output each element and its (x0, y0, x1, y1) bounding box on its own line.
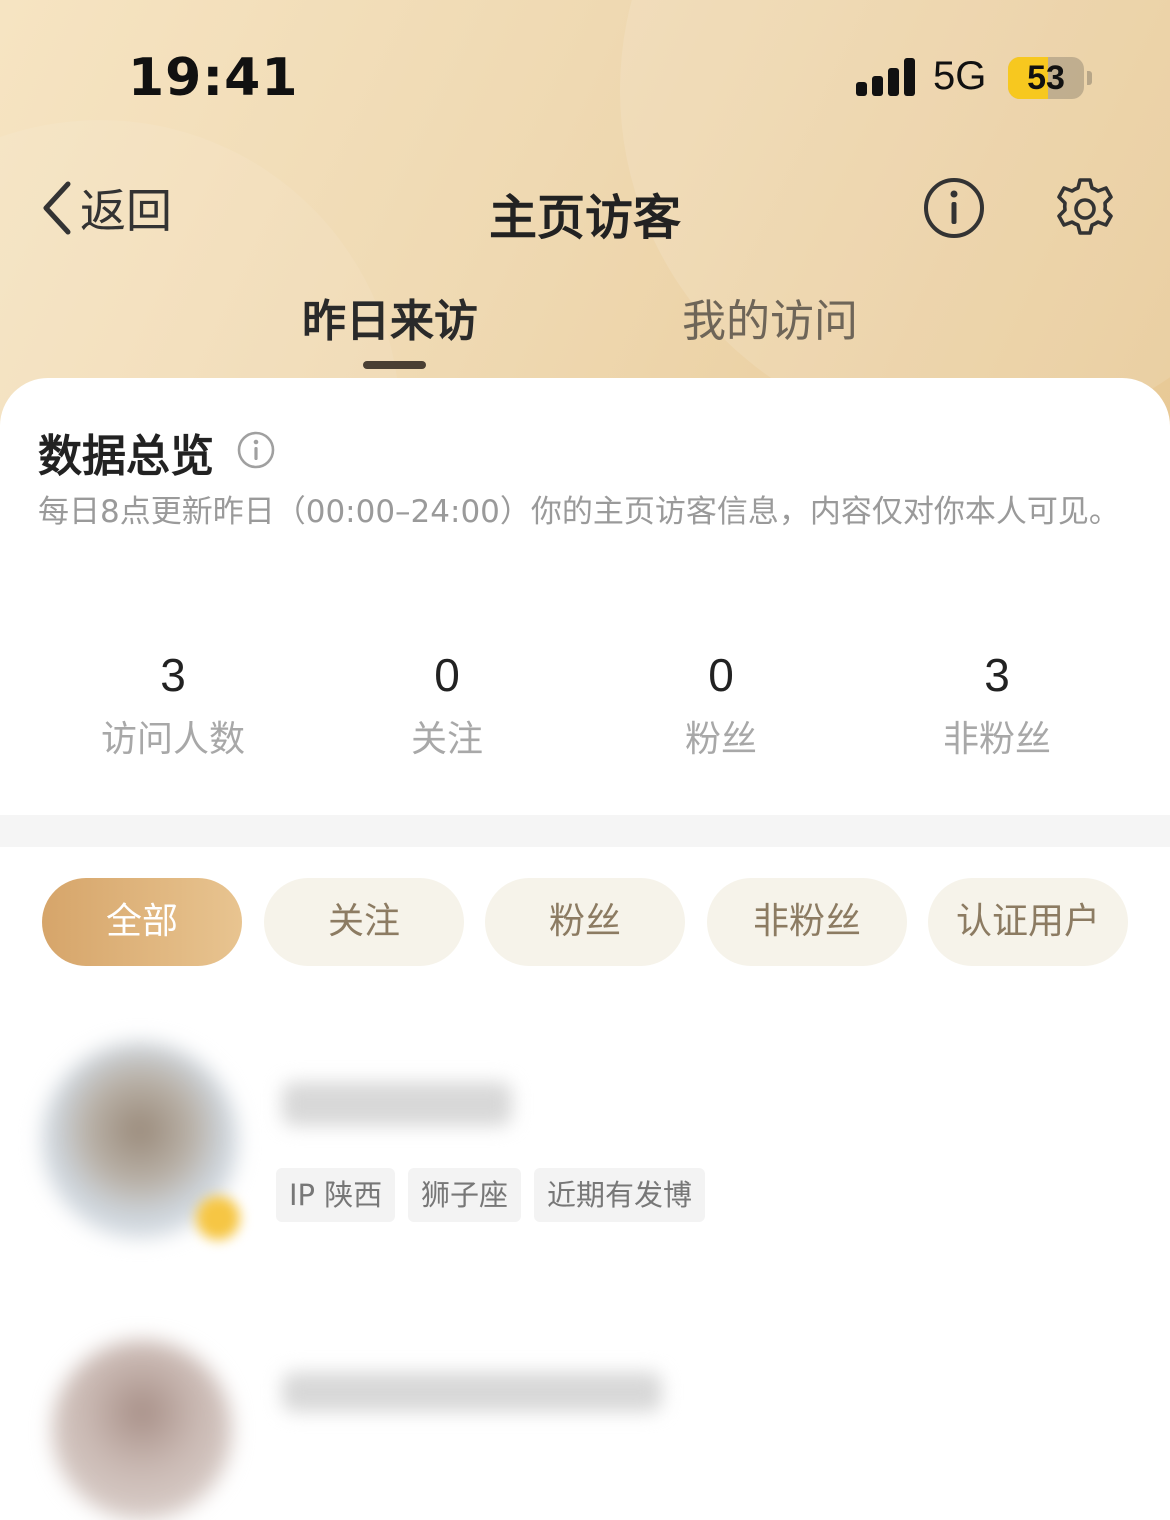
status-time: 19:41 (128, 48, 299, 108)
info-button[interactable] (922, 176, 986, 240)
stat-non-fans: 3 非粉丝 (887, 646, 1107, 762)
stat-following: 0 关注 (337, 646, 557, 762)
tab-yesterday-visits[interactable]: 昨日来访 (302, 285, 478, 349)
stat-label: 粉丝 (684, 719, 757, 760)
info-icon (237, 431, 275, 469)
filter-fans[interactable]: 粉丝 (485, 878, 685, 966)
stat-visitors: 3 访问人数 (63, 646, 283, 762)
stat-value: 0 (434, 649, 460, 701)
tab-indicator (363, 361, 426, 369)
filter-all[interactable]: 全部 (42, 878, 242, 966)
stat-label: 访问人数 (100, 719, 245, 760)
tab-my-visits[interactable]: 我的访问 (682, 285, 858, 349)
stat-value: 0 (708, 649, 734, 701)
filter-verified[interactable]: 认证用户 (928, 878, 1128, 966)
stat-label: 关注 (410, 719, 483, 760)
settings-button[interactable] (1052, 176, 1118, 242)
back-label: 返回 (80, 184, 172, 238)
signal-icon (856, 58, 916, 96)
battery-icon: 53 (1008, 57, 1084, 99)
visitor-tag: 狮子座 (408, 1168, 522, 1222)
visitor-name[interactable] (282, 1082, 512, 1126)
filter-following[interactable]: 关注 (264, 878, 464, 966)
overview-info-button[interactable] (236, 430, 276, 470)
overview-description: 每日8点更新昨日（00:00–24:00）你的主页访客信息，内容仅对你本人可见。 (38, 494, 1120, 530)
stat-value: 3 (984, 649, 1010, 701)
chevron-left-icon (43, 181, 71, 235)
verified-badge-icon (196, 1196, 240, 1240)
network-label: 5G (933, 54, 987, 98)
visitor-tag: IP 陕西 (276, 1168, 396, 1222)
filter-non-fans[interactable]: 非粉丝 (707, 878, 907, 966)
section-divider (0, 815, 1170, 847)
visitor-name[interactable] (282, 1372, 662, 1412)
stat-fans: 0 粉丝 (611, 646, 831, 762)
back-button[interactable]: 返回 (38, 178, 172, 238)
stat-value: 3 (160, 649, 186, 701)
avatar[interactable] (52, 1340, 232, 1520)
battery-tip (1087, 71, 1092, 85)
info-icon (924, 178, 984, 238)
visitor-tag: 近期有发博 (534, 1168, 706, 1222)
battery-percentage: 53 (1027, 59, 1065, 97)
gear-icon (1057, 178, 1113, 235)
overview-title: 数据总览 (38, 431, 214, 482)
stat-label: 非粉丝 (942, 719, 1051, 760)
